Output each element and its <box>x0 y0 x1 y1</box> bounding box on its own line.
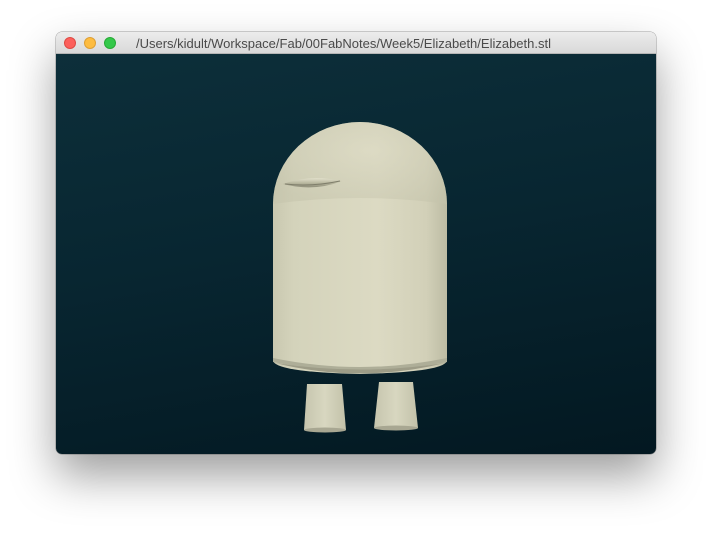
zoom-icon[interactable] <box>104 37 116 49</box>
stl-viewer-window: /Users/kidult/Workspace/Fab/00FabNotes/W… <box>56 32 656 454</box>
capsule-body <box>273 122 447 374</box>
left-leg <box>304 384 346 433</box>
window-title: /Users/kidult/Workspace/Fab/00FabNotes/W… <box>136 36 551 51</box>
minimize-icon[interactable] <box>84 37 96 49</box>
3d-viewport[interactable] <box>56 54 656 454</box>
right-leg <box>374 382 418 431</box>
close-icon[interactable] <box>64 37 76 49</box>
stl-model-render <box>273 122 447 433</box>
title-bar[interactable]: /Users/kidult/Workspace/Fab/00FabNotes/W… <box>56 32 656 54</box>
